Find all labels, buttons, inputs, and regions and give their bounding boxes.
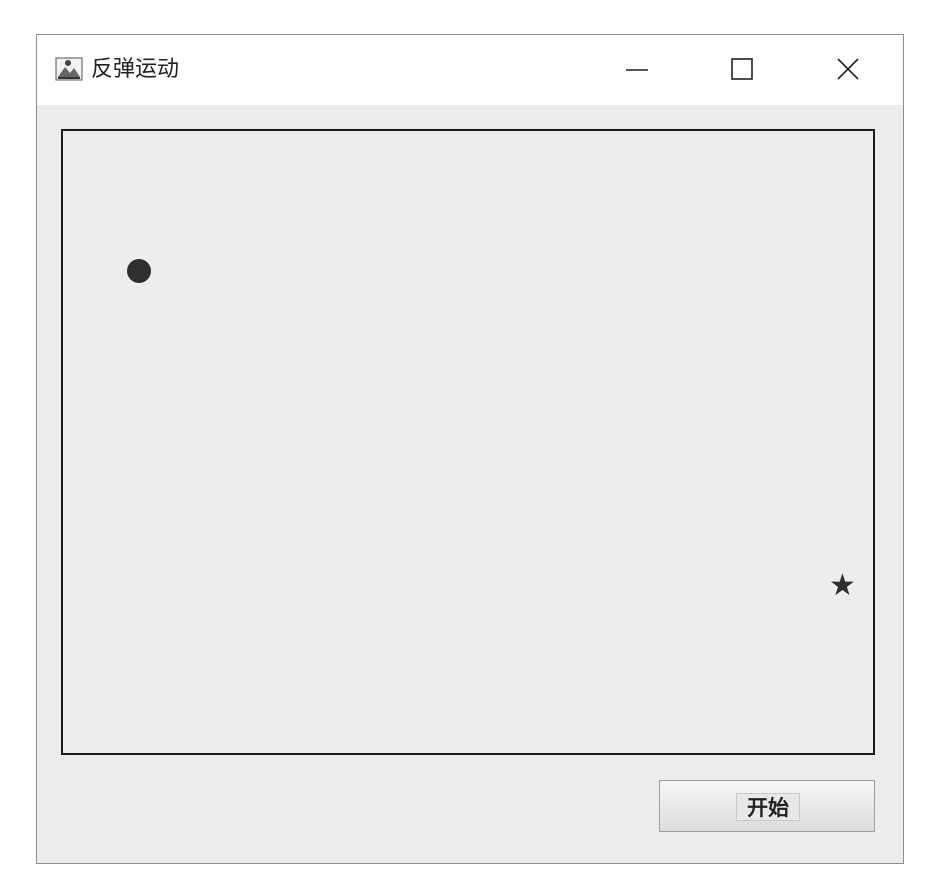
start-button-label: 开始: [736, 793, 800, 821]
close-button[interactable]: [812, 47, 882, 93]
title-bar[interactable]: 反弹运动: [37, 35, 903, 105]
start-button[interactable]: 开始: [659, 780, 875, 832]
animation-canvas: ★: [61, 129, 875, 755]
maximize-icon: [731, 58, 753, 80]
app-window: 反弹运动 ★ 开始: [36, 34, 904, 864]
star-icon: ★: [829, 568, 856, 603]
ball-icon: [127, 259, 151, 283]
java-app-icon: [55, 55, 83, 83]
minimize-icon: [626, 69, 648, 71]
minimize-button[interactable]: [602, 47, 672, 93]
close-icon: [837, 58, 859, 80]
maximize-button[interactable]: [707, 47, 777, 93]
window-title: 反弹运动: [91, 57, 180, 82]
